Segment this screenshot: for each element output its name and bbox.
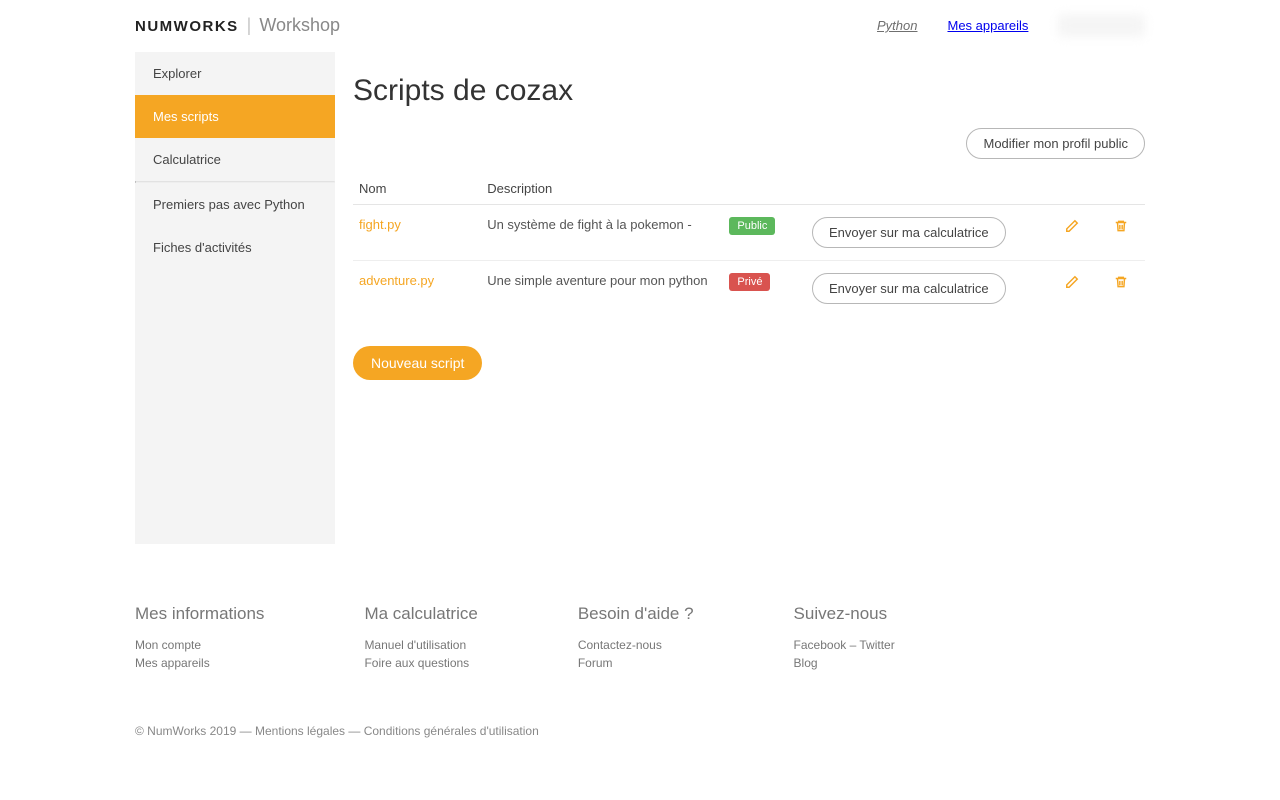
sidebar-item-calculator[interactable]: Calculatrice <box>135 138 335 181</box>
nav-python[interactable]: Python <box>877 18 917 33</box>
footer-heading: Suivez-nous <box>794 604 895 624</box>
footer-link-forum[interactable]: Forum <box>578 656 694 670</box>
footer-heading: Mes informations <box>135 604 264 624</box>
footer-heading: Besoin d'aide ? <box>578 604 694 624</box>
footer-link-blog[interactable]: Blog <box>794 656 895 670</box>
layout: Explorer Mes scripts Calculatrice Premie… <box>135 52 1145 544</box>
table-header-row: Nom Description <box>353 173 1145 205</box>
trash-icon[interactable] <box>1114 217 1128 233</box>
brand-divider: | <box>247 15 252 36</box>
user-menu[interactable] <box>1058 14 1145 37</box>
edit-profile-button[interactable]: Modifier mon profil public <box>966 128 1145 159</box>
scripts-table: Nom Description fight.py Un système de f… <box>353 173 1145 316</box>
footer-col-help: Besoin d'aide ? Contactez-nous Forum <box>578 604 694 674</box>
visibility-badge-public: Public <box>729 217 775 235</box>
footer-link-devices[interactable]: Mes appareils <box>135 656 264 670</box>
footer-heading: Ma calculatrice <box>364 604 477 624</box>
main-content: Scripts de cozax Modifier mon profil pub… <box>335 52 1145 402</box>
sidebar: Explorer Mes scripts Calculatrice Premie… <box>135 52 335 544</box>
footer-col-follow: Suivez-nous Facebook – Twitter Blog <box>794 604 895 674</box>
page-title: Scripts de cozax <box>353 74 1145 108</box>
pencil-icon[interactable] <box>1065 217 1079 233</box>
send-to-calculator-button[interactable]: Envoyer sur ma calculatrice <box>812 217 1006 248</box>
footer-link-manual[interactable]: Manuel d'utilisation <box>364 638 477 652</box>
footer-link-contact[interactable]: Contactez-nous <box>578 638 694 652</box>
visibility-badge-private: Privé <box>729 273 770 291</box>
sidebar-item-activities[interactable]: Fiches d'activités <box>135 226 335 269</box>
sidebar-item-my-scripts[interactable]: Mes scripts <box>135 95 335 138</box>
footer-link-faq[interactable]: Foire aux questions <box>364 656 477 670</box>
column-name: Nom <box>353 173 481 205</box>
footer-columns: Mes informations Mon compte Mes appareil… <box>135 604 1145 674</box>
footer-col-calc: Ma calculatrice Manuel d'utilisation Foi… <box>364 604 477 674</box>
header-left: NUMWORKS | Workshop <box>135 15 340 36</box>
column-description: Description <box>481 173 723 205</box>
table-row: adventure.py Une simple aventure pour mo… <box>353 261 1145 317</box>
new-script-button[interactable]: Nouveau script <box>353 346 482 380</box>
table-row: fight.py Un système de fight à la pokemo… <box>353 205 1145 261</box>
sidebar-item-explore[interactable]: Explorer <box>135 52 335 95</box>
script-description: Un système de fight à la pokemon - <box>481 205 723 261</box>
footer: Mes informations Mon compte Mes appareil… <box>135 584 1145 778</box>
footer-link-social[interactable]: Facebook – Twitter <box>794 638 895 652</box>
trash-icon[interactable] <box>1114 273 1128 289</box>
pencil-icon[interactable] <box>1065 273 1079 289</box>
script-description: Une simple aventure pour mon python <box>481 261 723 317</box>
script-name-link[interactable]: fight.py <box>359 217 401 232</box>
script-name-link[interactable]: adventure.py <box>359 273 434 288</box>
sidebar-item-first-steps[interactable]: Premiers pas avec Python <box>135 183 335 226</box>
header-nav: Python Mes appareils <box>877 14 1145 37</box>
copyright: © NumWorks 2019 — Mentions légales — Con… <box>135 724 1145 738</box>
footer-col-info: Mes informations Mon compte Mes appareil… <box>135 604 264 674</box>
header: NUMWORKS | Workshop Python Mes appareils <box>135 0 1145 52</box>
brand-logo[interactable]: NUMWORKS <box>135 18 239 35</box>
footer-link-account[interactable]: Mon compte <box>135 638 264 652</box>
profile-button-row: Modifier mon profil public <box>353 128 1145 159</box>
send-to-calculator-button[interactable]: Envoyer sur ma calculatrice <box>812 273 1006 304</box>
nav-devices[interactable]: Mes appareils <box>947 18 1028 33</box>
brand-subtitle[interactable]: Workshop <box>259 15 340 36</box>
